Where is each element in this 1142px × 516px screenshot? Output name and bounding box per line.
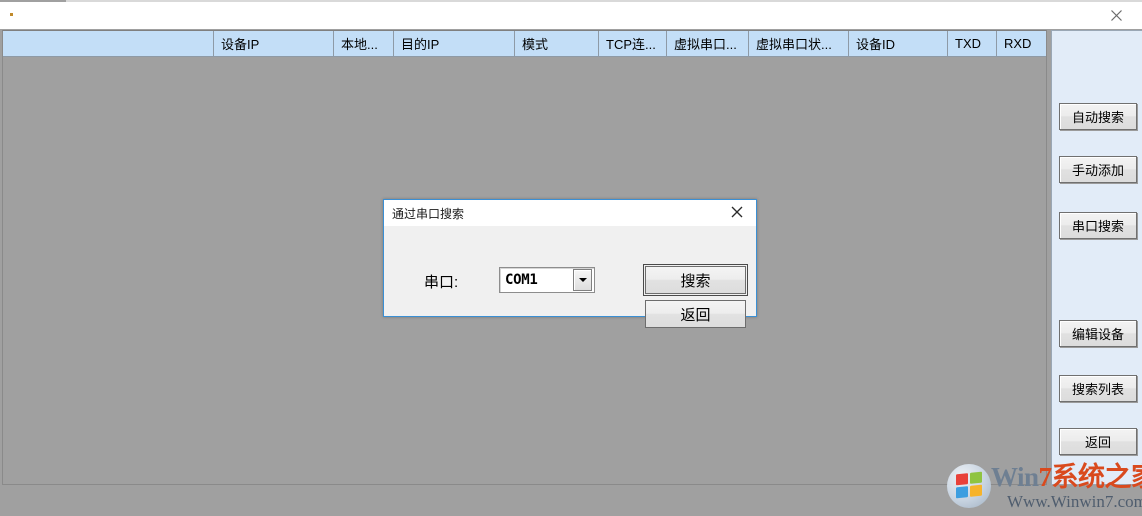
serial-port-label: 串口: (424, 274, 459, 291)
column-label: TXD (955, 36, 981, 51)
back-button[interactable]: 返回 (1059, 428, 1137, 455)
serial-search-button[interactable]: 串口搜索 (1059, 212, 1137, 239)
chevron-down-icon[interactable] (573, 269, 592, 291)
column-header-device-id[interactable]: 设备ID (849, 31, 948, 56)
window-close-button[interactable] (1094, 3, 1138, 27)
dialog-title-bar: 通过串口搜索 (384, 200, 756, 226)
close-icon (731, 206, 743, 218)
column-header-local-port[interactable]: 本地... (334, 31, 394, 56)
column-header-row-select[interactable] (3, 31, 214, 56)
column-label: 目的IP (401, 37, 440, 52)
column-label: 模式 (522, 37, 549, 52)
column-label: 设备ID (856, 37, 896, 52)
button-label: 手动添加 (1071, 163, 1124, 178)
column-header-dest-ip[interactable]: 目的IP (394, 31, 515, 56)
dialog-search-button[interactable]: 搜索 (643, 264, 748, 296)
column-header-virtual-serial-port[interactable]: 虚拟串口... (667, 31, 749, 56)
column-label: 虚拟串口状... (756, 37, 832, 52)
column-header-device-ip[interactable]: 设备IP (214, 31, 334, 56)
serial-port-value: COM1 (505, 272, 538, 288)
button-label: 串口搜索 (1071, 219, 1124, 234)
button-label: 返回 (680, 306, 711, 324)
serial-search-dialog: 通过串口搜索 串口: COM1 搜索 返回 (383, 199, 757, 328)
search-list-button[interactable]: 搜索列表 (1059, 375, 1137, 402)
window-title-bar (0, 2, 1142, 29)
column-label: TCP连... (606, 37, 656, 52)
side-panel: 自动搜索 手动添加 串口搜索 编辑设备 搜索列表 返回 (1051, 30, 1142, 485)
button-label: 搜索列表 (1071, 382, 1124, 397)
column-header-txd[interactable]: TXD (948, 31, 997, 56)
column-header-rxd[interactable]: RXD (997, 31, 1046, 56)
button-label: 自动搜索 (1071, 110, 1124, 125)
close-icon (1110, 9, 1122, 21)
column-label: RXD (1004, 36, 1032, 51)
column-label: 本地... (341, 37, 378, 52)
button-label: 返回 (1084, 435, 1111, 450)
column-header-virtual-serial-status[interactable]: 虚拟串口状... (749, 31, 849, 56)
column-label: 虚拟串口... (674, 37, 737, 52)
auto-search-button[interactable]: 自动搜索 (1059, 103, 1137, 130)
column-header-mode[interactable]: 模式 (515, 31, 599, 56)
dialog-title: 通过串口搜索 (392, 206, 465, 221)
manual-add-button[interactable]: 手动添加 (1059, 156, 1137, 183)
dialog-body: 串口: COM1 搜索 返回 (384, 226, 756, 328)
serial-port-select[interactable]: COM1 (499, 267, 595, 293)
edit-device-button[interactable]: 编辑设备 (1059, 320, 1137, 347)
column-header-tcp-connection[interactable]: TCP连... (599, 31, 667, 56)
dialog-back-button[interactable]: 返回 (645, 300, 746, 328)
button-label: 搜索 (680, 272, 711, 290)
application-window: 设备IP 本地... 目的IP 模式 TCP连... 虚拟串口... 虚拟串口状… (0, 0, 1142, 516)
device-list-header: 设备IP 本地... 目的IP 模式 TCP连... 虚拟串口... 虚拟串口状… (3, 31, 1046, 57)
column-label: 设备IP (221, 37, 260, 52)
title-marker-dot (10, 13, 13, 16)
button-label: 编辑设备 (1071, 327, 1124, 342)
dialog-close-button[interactable] (720, 201, 754, 223)
